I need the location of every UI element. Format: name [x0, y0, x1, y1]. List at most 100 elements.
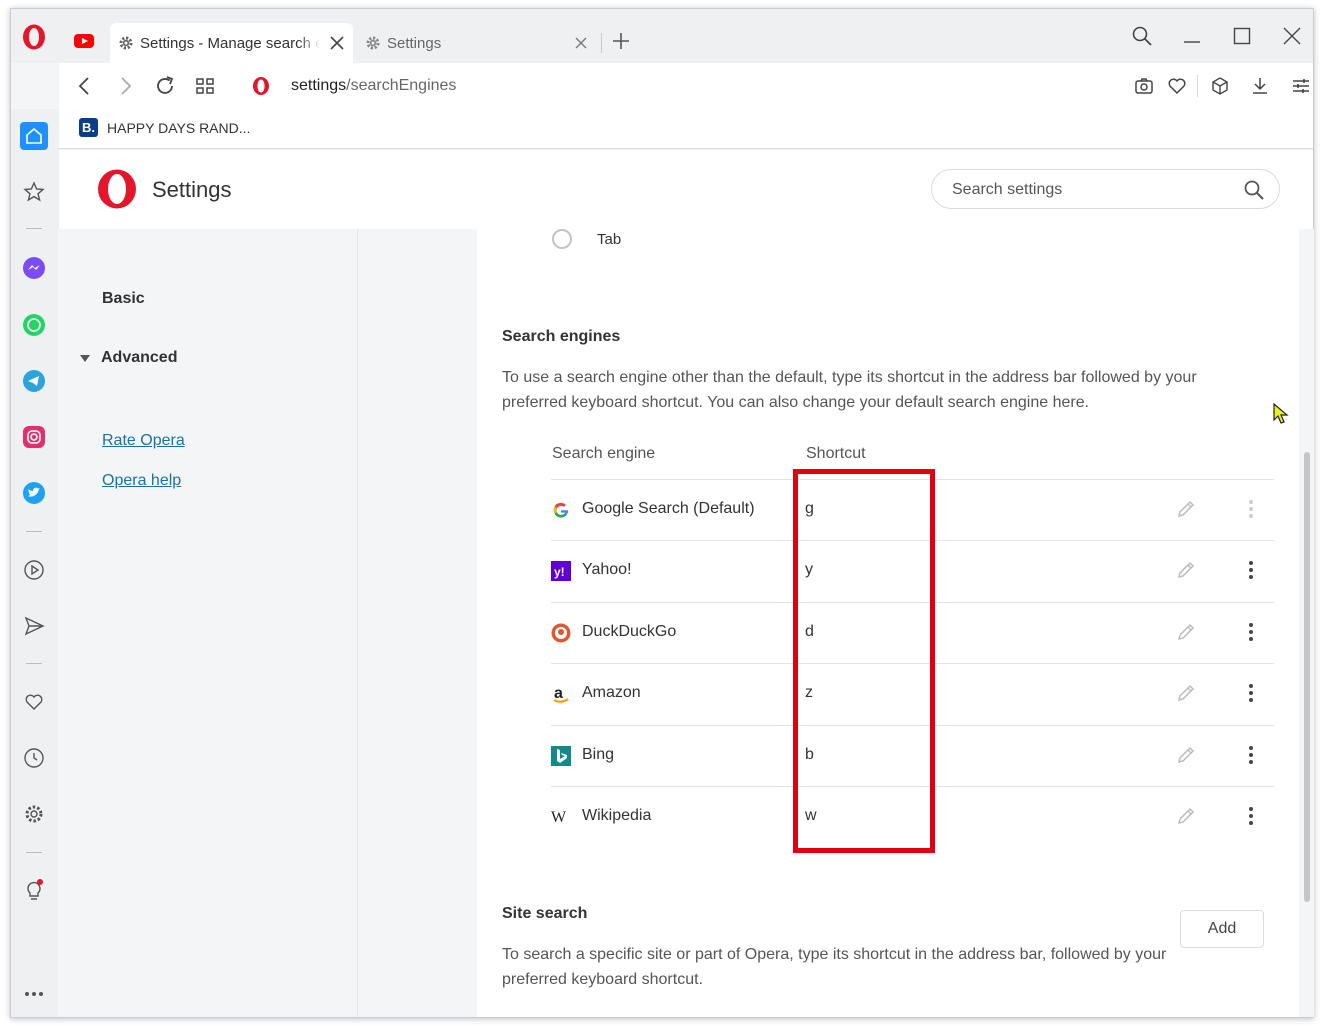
page-title: Settings — [152, 177, 232, 202]
sidebar-send[interactable] — [20, 612, 48, 640]
reload-icon[interactable] — [153, 74, 177, 98]
search-settings-box[interactable] — [931, 169, 1280, 209]
search-tabs-icon[interactable] — [1131, 25, 1153, 47]
sidebar-items — [10, 8, 58, 1018]
booking-icon: B. — [79, 118, 98, 137]
extensions-cube-icon[interactable] — [1209, 75, 1231, 97]
add-site-search-button[interactable]: Add — [1180, 910, 1264, 948]
tab-title: Settings — [387, 34, 442, 52]
settings-gear-icon — [366, 36, 380, 50]
sidebar-separator — [26, 531, 42, 532]
nav-advanced[interactable]: Advanced — [101, 349, 177, 367]
rate-opera-link[interactable]: Rate Opera — [102, 432, 185, 450]
sidebar-home[interactable] — [20, 122, 48, 150]
engine-name: Google Search (Default) — [582, 500, 755, 517]
edit-pencil-icon[interactable] — [1175, 682, 1197, 704]
maximize-icon[interactable] — [1231, 25, 1253, 47]
instagram-icon — [23, 426, 45, 448]
easy-setup-icon[interactable] — [1290, 75, 1312, 97]
url-path: /searchEngines — [346, 77, 457, 94]
address-bar[interactable]: settings/searchEngines — [291, 77, 456, 95]
sidebar-settings[interactable] — [20, 800, 48, 828]
nav-basic[interactable]: Basic — [102, 290, 145, 308]
sidebar-twitter[interactable] — [20, 479, 48, 507]
sidebar-messenger[interactable] — [20, 254, 48, 282]
sidebar-tips[interactable] — [20, 876, 48, 904]
sidebar-more[interactable] — [20, 980, 48, 1008]
edit-pencil-icon[interactable] — [1175, 621, 1197, 643]
address-toolbar: settings/searchEngines — [59, 63, 1313, 109]
tab-settings-search-engines[interactable]: Settings - Manage search engines — [110, 23, 353, 63]
caret-down-icon[interactable] — [80, 355, 90, 363]
settings-gear-icon — [119, 36, 133, 50]
more-actions-icon[interactable] — [1244, 805, 1258, 827]
forward-icon[interactable] — [113, 74, 137, 98]
sidebar-telegram[interactable] — [20, 367, 48, 395]
svg-text:y!: y! — [554, 565, 565, 579]
sidebar-instagram[interactable] — [20, 423, 48, 451]
google-icon — [551, 500, 571, 520]
more-actions-icon[interactable] — [1244, 498, 1258, 520]
sidebar-separator — [26, 663, 42, 664]
close-tab-icon[interactable] — [573, 35, 589, 51]
telegram-icon — [23, 370, 45, 392]
close-tab-icon[interactable] — [329, 35, 345, 51]
more-actions-icon[interactable] — [1244, 559, 1258, 581]
more-icon — [25, 992, 43, 996]
tips-icon — [27, 879, 43, 900]
scrollbar-thumb[interactable] — [1304, 452, 1310, 902]
messenger-icon — [23, 257, 45, 279]
engine-name: Amazon — [582, 684, 641, 702]
opera-logo-icon — [253, 77, 269, 95]
radio-tab-option[interactable] — [552, 229, 572, 249]
more-actions-icon[interactable] — [1244, 621, 1258, 643]
sidebar-player[interactable] — [20, 556, 48, 584]
sidebar-separator — [26, 228, 42, 229]
heart-bookmark-icon[interactable] — [1166, 75, 1188, 97]
settings-header: Settings — [59, 150, 1313, 230]
bookmark-item[interactable]: HAPPY DAYS RAND... — [107, 120, 250, 136]
more-actions-icon[interactable] — [1244, 682, 1258, 704]
edit-pencil-icon[interactable] — [1175, 498, 1197, 520]
engine-name: Bing — [582, 745, 615, 763]
new-tab-icon[interactable] — [611, 31, 631, 51]
close-window-icon[interactable] — [1281, 25, 1303, 47]
opera-help-link[interactable]: Opera help — [102, 472, 181, 490]
yahoo-icon: y! — [551, 561, 571, 582]
opera-logo-icon — [98, 169, 136, 209]
radio-label: Tab — [597, 231, 622, 248]
tab-grid-icon[interactable] — [193, 74, 217, 98]
site-search-description: To search a specific site or part of Ope… — [502, 946, 1167, 988]
back-icon[interactable] — [73, 74, 97, 98]
engine-name: DuckDuckGo — [582, 622, 677, 640]
edit-pencil-icon[interactable] — [1175, 559, 1197, 581]
whatsapp-icon — [23, 314, 45, 336]
minimize-icon[interactable] — [1181, 25, 1203, 47]
engine-name: Yahoo! — [582, 561, 632, 579]
tab-strip: Settings - Manage search engines Setting… — [11, 9, 1313, 63]
svg-text:a: a — [554, 685, 563, 702]
column-search-engine: Search engine — [552, 445, 656, 462]
sidebar-speed-dial[interactable] — [20, 178, 48, 206]
snapshot-camera-icon[interactable] — [1133, 75, 1155, 97]
tab-settings[interactable]: Settings — [357, 23, 597, 63]
search-icon[interactable] — [1243, 179, 1265, 201]
sidebar-history[interactable] — [20, 744, 48, 772]
player-icon — [24, 560, 44, 580]
send-icon — [24, 616, 45, 636]
bing-icon — [551, 745, 571, 766]
search-engines-description: To use a search engine other than the de… — [502, 369, 1197, 411]
svg-text:W: W — [551, 809, 567, 826]
sidebar-separator — [26, 852, 42, 853]
settings-nav: Basic Advanced Rate Opera Opera help — [58, 229, 358, 1017]
youtube-tab-icon[interactable] — [73, 33, 95, 49]
url-host: settings — [291, 77, 347, 94]
search-settings-input[interactable] — [952, 179, 1232, 201]
sidebar-whatsapp[interactable] — [20, 311, 48, 339]
mouse-cursor-icon — [1273, 403, 1289, 424]
sidebar-pinboard[interactable] — [20, 688, 48, 716]
more-actions-icon[interactable] — [1244, 744, 1258, 766]
download-icon[interactable] — [1249, 75, 1271, 97]
edit-pencil-icon[interactable] — [1175, 805, 1197, 827]
edit-pencil-icon[interactable] — [1175, 744, 1197, 766]
